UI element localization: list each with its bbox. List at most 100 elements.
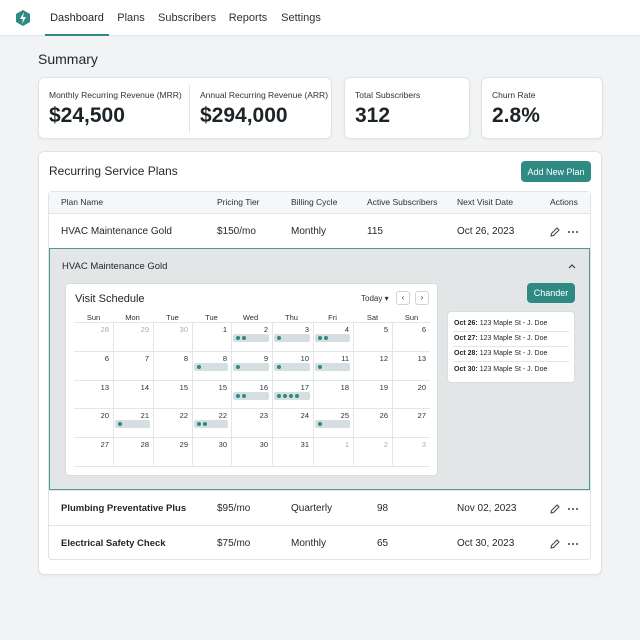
calendar-day-cell[interactable]: 11 bbox=[313, 351, 353, 380]
calendar-day-cell[interactable]: 10 bbox=[272, 351, 313, 380]
calendar-day-cell[interactable]: 2 bbox=[353, 437, 392, 466]
more-options-icon[interactable] bbox=[567, 226, 579, 238]
calendar-day-cell[interactable]: 23 bbox=[231, 408, 272, 437]
bolt-logo-icon[interactable] bbox=[14, 9, 32, 27]
prev-month-button[interactable]: ‹ bbox=[396, 291, 410, 305]
visit-indicator[interactable] bbox=[194, 420, 228, 428]
visit-indicator[interactable] bbox=[274, 334, 310, 342]
calendar-day-number: 22 bbox=[179, 411, 188, 420]
tab-subscribers[interactable]: Subscribers bbox=[158, 0, 216, 36]
calendar-day-cell[interactable]: 30 bbox=[231, 437, 272, 466]
upcoming-visit-item[interactable]: Oct 28: 123 Maple St - J. Doe bbox=[454, 350, 547, 357]
calendar-day-cell[interactable]: 29 bbox=[113, 322, 153, 351]
edit-pencil-icon[interactable] bbox=[549, 503, 561, 515]
more-options-icon[interactable] bbox=[567, 538, 579, 550]
visit-indicator[interactable] bbox=[315, 420, 350, 428]
calendar-day-cell[interactable]: 8 bbox=[153, 351, 192, 380]
calendar-day-cell[interactable]: 4 bbox=[313, 322, 353, 351]
chevron-up-icon[interactable] bbox=[567, 261, 577, 271]
calendar-day-number: 20 bbox=[417, 383, 426, 392]
calendar-day-number: 30 bbox=[218, 440, 227, 449]
upcoming-visit-item[interactable]: Oct 30: 123 Maple St - J. Doe bbox=[454, 366, 547, 373]
calendar-day-cell[interactable]: 27 bbox=[392, 408, 430, 437]
weekday-label: Wed bbox=[242, 313, 259, 322]
calendar-day-cell[interactable]: 14 bbox=[113, 380, 153, 408]
calendar-day-cell[interactable]: 12 bbox=[353, 351, 392, 380]
calendar-day-number: 2 bbox=[263, 325, 268, 334]
visit-dot bbox=[277, 336, 281, 340]
visit-dot bbox=[236, 394, 240, 398]
calendar-day-cell[interactable]: 16 bbox=[231, 380, 272, 408]
visit-date: Oct 28: bbox=[454, 350, 478, 357]
table-row-name[interactable]: HVAC Maintenance Gold bbox=[61, 226, 172, 237]
table-row-cycle: Monthly bbox=[291, 538, 327, 549]
calendar-day-cell[interactable]: 26 bbox=[353, 408, 392, 437]
calendar-day-cell[interactable]: 15 bbox=[153, 380, 192, 408]
tab-settings[interactable]: Settings bbox=[280, 0, 322, 36]
visit-indicator[interactable] bbox=[315, 334, 350, 342]
calendar-day-cell[interactable]: 29 bbox=[153, 437, 192, 466]
calendar-day-number: 20 bbox=[100, 411, 109, 420]
calendar-day-cell[interactable]: 20 bbox=[392, 380, 430, 408]
table-row-name[interactable]: Plumbing Preventative Plus bbox=[61, 503, 186, 514]
calendar-day-cell[interactable]: 9 bbox=[231, 351, 272, 380]
calendar-day-cell[interactable]: 21 bbox=[113, 408, 153, 437]
calendar-day-cell[interactable]: 18 bbox=[313, 380, 353, 408]
visit-indicator[interactable] bbox=[315, 363, 350, 371]
change-button[interactable]: Chander bbox=[527, 283, 575, 303]
calendar-day-number: 15 bbox=[179, 383, 188, 392]
summary-heading: Summary bbox=[38, 51, 98, 67]
tab-plans[interactable]: Plans bbox=[113, 0, 149, 36]
tab-dashboard[interactable]: Dashboard bbox=[45, 0, 109, 36]
upcoming-visit-item[interactable]: Oct 26: 123 Maple St - J. Doe bbox=[454, 320, 547, 327]
calendar-day-cell[interactable]: 13 bbox=[392, 351, 430, 380]
visit-dot bbox=[242, 394, 246, 398]
table-row-name[interactable]: Electrical Safety Check bbox=[61, 538, 166, 549]
visit-indicator[interactable] bbox=[233, 363, 269, 371]
calendar-day-cell[interactable]: 17 bbox=[272, 380, 313, 408]
next-month-button[interactable]: › bbox=[415, 291, 429, 305]
calendar-day-cell[interactable]: 6 bbox=[392, 322, 430, 351]
calendar-day-cell[interactable]: 30 bbox=[153, 322, 192, 351]
calendar-day-cell[interactable]: 2 bbox=[231, 322, 272, 351]
calendar-day-cell[interactable]: 3 bbox=[392, 437, 430, 466]
calendar-day-cell[interactable]: 25 bbox=[313, 408, 353, 437]
calendar-day-number: 28 bbox=[140, 440, 149, 449]
calendar-day-cell[interactable]: 1 bbox=[192, 322, 231, 351]
calendar-day-cell[interactable]: 1 bbox=[313, 437, 353, 466]
calendar-day-cell[interactable]: 28 bbox=[74, 322, 113, 351]
col-next-visit: Next Visit Date bbox=[457, 197, 514, 207]
calendar-day-cell[interactable]: 6 bbox=[74, 351, 113, 380]
add-plan-button[interactable]: Add New Plan bbox=[521, 161, 591, 182]
visit-indicator[interactable] bbox=[274, 392, 310, 400]
calendar-day-cell[interactable]: 22 bbox=[192, 408, 231, 437]
visit-indicator[interactable] bbox=[274, 363, 310, 371]
calendar-day-cell[interactable]: 22 bbox=[153, 408, 192, 437]
visit-indicator[interactable] bbox=[233, 392, 269, 400]
visit-indicator[interactable] bbox=[194, 363, 228, 371]
calendar-day-cell[interactable]: 20 bbox=[74, 408, 113, 437]
calendar-day-cell[interactable]: 7 bbox=[113, 351, 153, 380]
upcoming-visit-item[interactable]: Oct 27: 123 Maple St - J. Doe bbox=[454, 335, 547, 342]
calendar-day-cell[interactable]: 31 bbox=[272, 437, 313, 466]
visit-dot bbox=[236, 365, 240, 369]
top-nav: Dashboard Plans Subscribers Reports Sett… bbox=[0, 0, 640, 36]
more-options-icon[interactable] bbox=[567, 503, 579, 515]
calendar-day-cell[interactable]: 3 bbox=[272, 322, 313, 351]
calendar-day-cell[interactable]: 27 bbox=[74, 437, 113, 466]
tab-reports[interactable]: Reports bbox=[227, 0, 269, 36]
calendar-day-cell[interactable]: 13 bbox=[74, 380, 113, 408]
edit-pencil-icon[interactable] bbox=[549, 538, 561, 550]
edit-pencil-icon[interactable] bbox=[549, 226, 561, 238]
calendar-day-cell[interactable]: 28 bbox=[113, 437, 153, 466]
visit-divider bbox=[453, 331, 569, 332]
visit-indicator[interactable] bbox=[233, 334, 269, 342]
calendar-day-cell[interactable]: 19 bbox=[353, 380, 392, 408]
calendar-day-cell[interactable]: 30 bbox=[192, 437, 231, 466]
calendar-day-cell[interactable]: 24 bbox=[272, 408, 313, 437]
calendar-day-cell[interactable]: 15 bbox=[192, 380, 231, 408]
visit-indicator[interactable] bbox=[115, 420, 150, 428]
today-dropdown[interactable]: Today ▾ bbox=[361, 294, 389, 303]
calendar-day-cell[interactable]: 5 bbox=[353, 322, 392, 351]
calendar-day-cell[interactable]: 8 bbox=[192, 351, 231, 380]
